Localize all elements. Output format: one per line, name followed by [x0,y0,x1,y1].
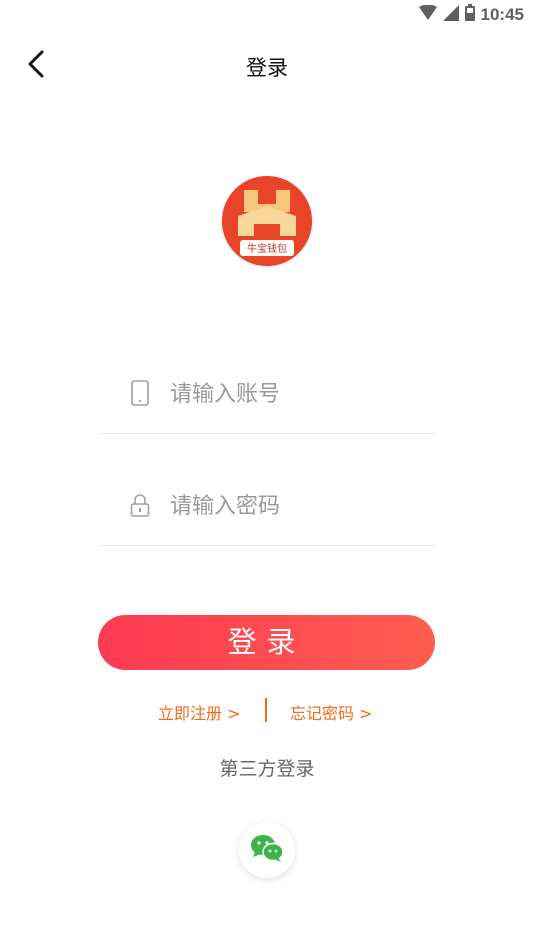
signal-icon [442,4,459,25]
password-field [98,476,435,546]
battery-icon [464,4,475,25]
login-button[interactable]: 登录 [98,615,435,670]
forgot-password-link[interactable]: 忘记密码 > [290,700,373,724]
auth-links: 立即注册 > 忘记密码 > [0,698,534,724]
third-party-login-title: 第三方登录 [219,758,315,780]
password-input[interactable] [170,488,420,524]
nav-bar: 登录 [0,40,534,92]
link-divider [265,698,267,722]
wifi-icon [418,4,437,25]
account-field [98,364,435,434]
phone-icon [130,380,150,406]
logo-caption: 牛宝钱包 [247,242,287,255]
status-bar: 10:45 [0,0,534,28]
page-title: 登录 [246,56,288,80]
wechat-login-button[interactable] [239,822,295,878]
register-link[interactable]: 立即注册 > [158,700,241,724]
wechat-icon [250,833,284,867]
lock-icon [130,492,150,518]
status-time: 10:45 [480,4,524,24]
account-input[interactable] [170,376,420,412]
status-icons: 10:45 [418,4,524,25]
app-logo: 牛宝钱包 [222,176,312,266]
